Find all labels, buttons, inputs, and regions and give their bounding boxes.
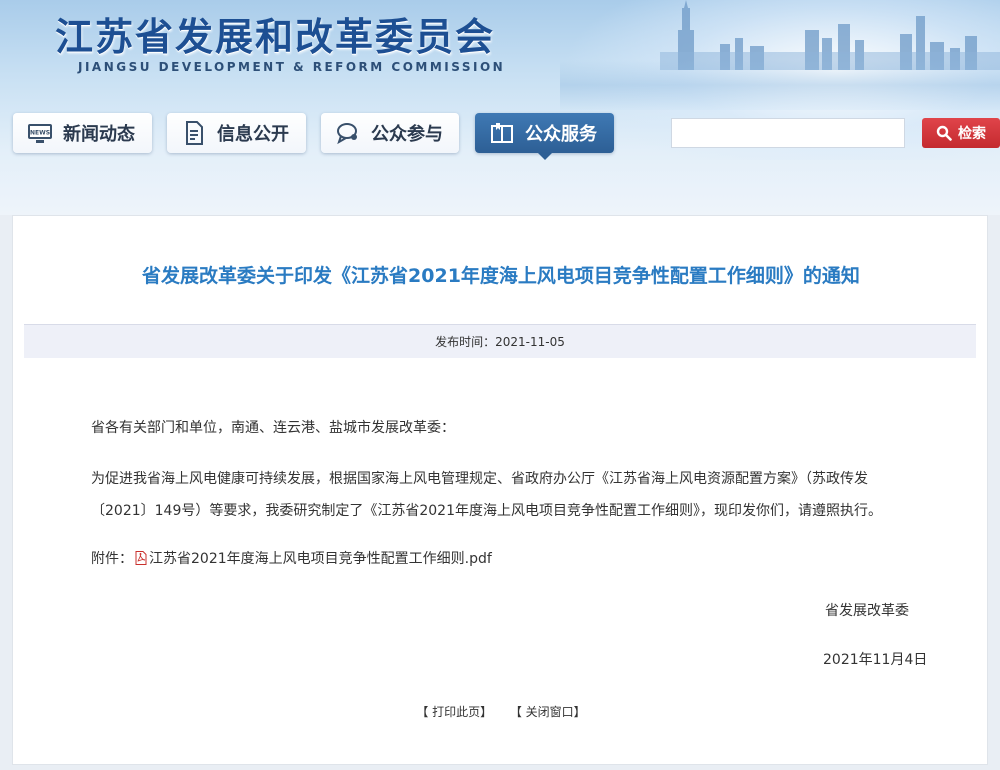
close-window-link[interactable]: 【 关闭窗口】: [510, 705, 586, 719]
nav-info-label: 信息公开: [217, 124, 289, 145]
site-title: 江苏省发展和改革委员会: [55, 15, 496, 59]
attachment-link[interactable]: 江苏省2021年度海上风电项目竞争性配置工作细则.pdf: [149, 548, 492, 568]
svg-text:NEWS: NEWS: [30, 130, 50, 137]
nav-news[interactable]: NEWS 新闻动态: [13, 113, 152, 153]
search-icon: [936, 125, 952, 141]
pdf-icon: [135, 551, 147, 565]
search-button[interactable]: 检索: [922, 118, 1000, 148]
nav-public-participation[interactable]: 公众参与: [321, 113, 459, 153]
header-banner: 江苏省发展和改革委员会 JIANGSU DEVELOPMENT & REFORM…: [0, 0, 1000, 215]
article-panel: 省发展改革委关于印发《江苏省2021年度海上风电项目竞争性配置工作细则》的通知 …: [12, 215, 988, 765]
nav-news-label: 新闻动态: [63, 124, 135, 145]
search-input[interactable]: [671, 118, 905, 148]
article-salutation: 省各有关部门和单位，南通、连云港、盐城市发展改革委：: [91, 420, 455, 436]
sign-date: 2021年11月4日: [823, 652, 928, 668]
attachment-label: 附件：: [91, 551, 133, 567]
site-subtitle: JIANGSU DEVELOPMENT & REFORM COMMISSION: [78, 60, 506, 74]
document-icon: [181, 120, 207, 146]
article-title: 省发展改革委关于印发《江苏省2021年度海上风电项目竞争性配置工作细则》的通知: [142, 265, 860, 287]
nav-service-label: 公众服务: [525, 124, 597, 145]
article-body-text: 为促进我省海上风电健康可持续发展，根据国家海上风电管理规定、省政府办公厅《江苏省…: [91, 471, 882, 519]
nav-participation-label: 公众参与: [371, 124, 443, 145]
water-reflection: [560, 60, 1000, 110]
news-icon: NEWS: [27, 120, 53, 146]
attachment-row: 附件： 江苏省2021年度海上风电项目竞争性配置工作细则.pdf: [91, 548, 492, 568]
footer-links: 【 打印此页】 【 关闭窗口】: [13, 703, 989, 720]
chat-bubble-icon: [335, 120, 361, 146]
nav-info-disclosure[interactable]: 信息公开: [167, 113, 306, 153]
publish-date: 发布时间：2021-11-05: [435, 335, 565, 349]
search-button-label: 检索: [958, 126, 986, 142]
nav-public-service[interactable]: 公众服务: [475, 113, 614, 160]
article-body: 为促进我省海上风电健康可持续发展，根据国家海上风电管理规定、省政府办公厅《江苏省…: [91, 463, 921, 527]
publish-date-bar: 发布时间：2021-11-05: [24, 324, 976, 358]
book-icon: [489, 120, 515, 146]
signer: 省发展改革委: [825, 603, 909, 619]
print-page-link[interactable]: 【 打印此页】: [416, 705, 492, 719]
